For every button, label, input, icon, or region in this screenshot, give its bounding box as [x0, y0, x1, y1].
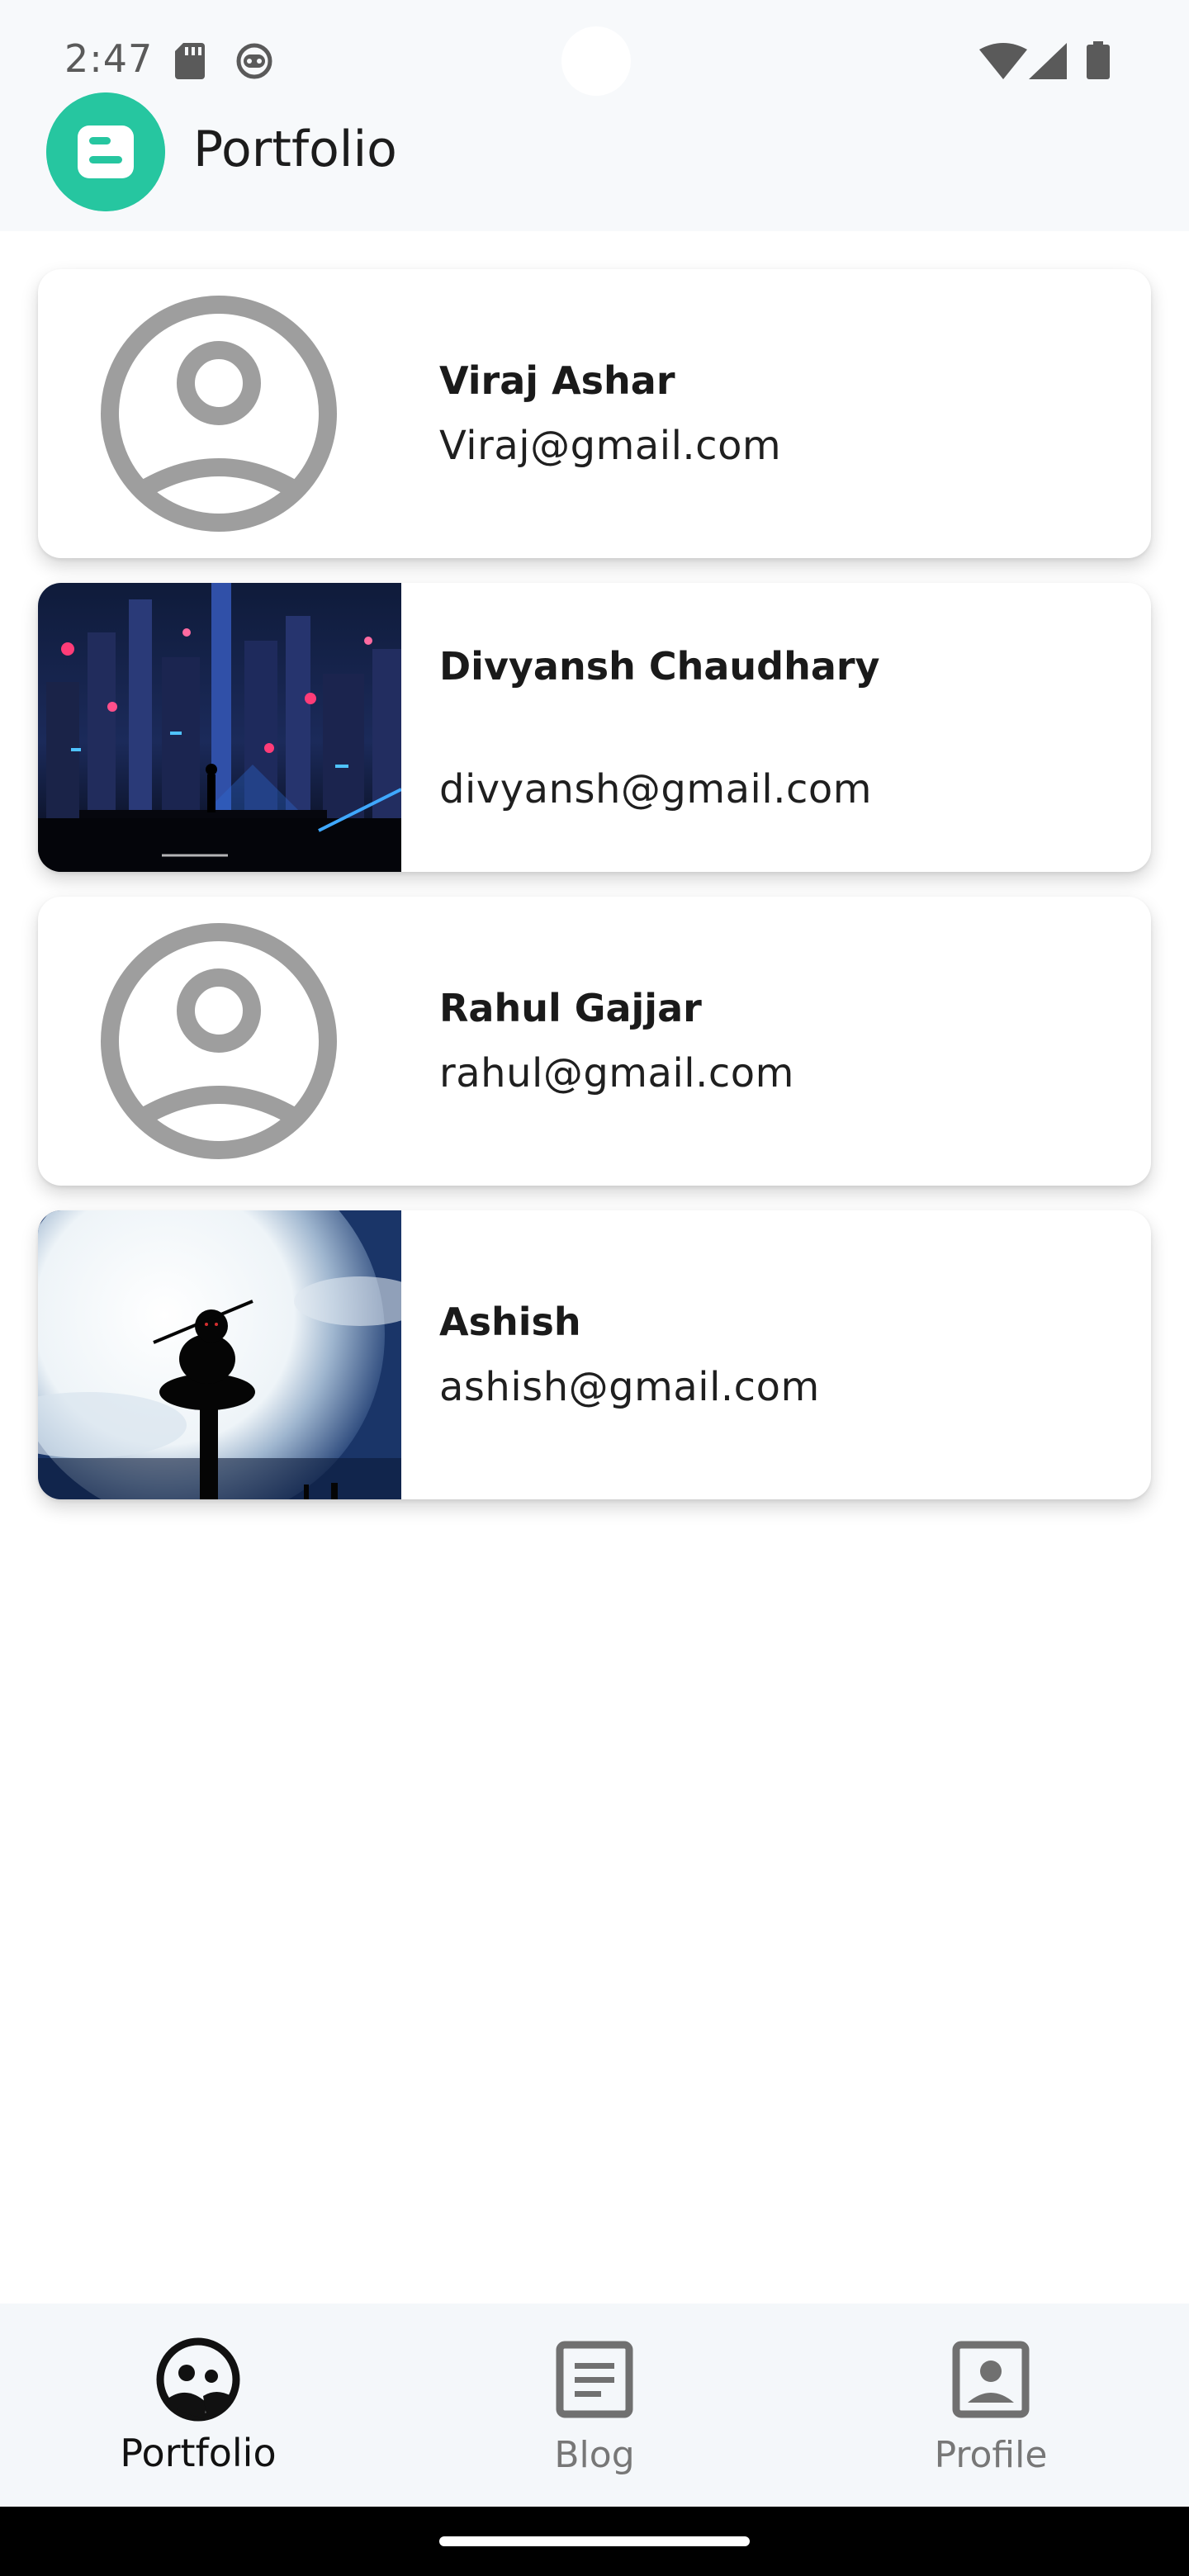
bottom-navigation: Portfolio Blog Profile: [0, 2304, 1189, 2507]
moon-silhouette-photo: [38, 1210, 401, 1499]
contact-list: Viraj Ashar Viraj@gmail.com Divyansh Cha…: [38, 269, 1151, 1524]
nav-label: Portfolio: [120, 2431, 277, 2475]
nav-label: Blog: [554, 2434, 635, 2476]
portfolio-face-icon: [156, 2337, 240, 2422]
nav-item-profile[interactable]: Profile: [793, 2304, 1189, 2507]
blogger-logo-icon: [46, 92, 165, 211]
nav-item-portfolio[interactable]: Portfolio: [0, 2304, 396, 2507]
contact-name: Rahul Gajjar: [439, 986, 702, 1030]
portrait-icon: [952, 2341, 1030, 2418]
contact-email: Viraj@gmail.com: [439, 423, 782, 469]
camera-cutout: [561, 26, 631, 96]
contact-name: Ashish: [439, 1300, 581, 1344]
sd-card-icon: [175, 43, 205, 79]
default-person-icon: [101, 296, 337, 532]
contact-card[interactable]: Rahul Gajjar rahul@gmail.com: [38, 897, 1151, 1186]
contact-card[interactable]: Divyansh Chaudhary divyansh@gmail.com: [38, 583, 1151, 872]
system-gesture-bar: [0, 2507, 1189, 2576]
app-title: Portfolio: [193, 121, 397, 178]
nav-label: Profile: [934, 2434, 1048, 2476]
nav-item-blog[interactable]: Blog: [396, 2304, 793, 2507]
default-person-icon: [101, 923, 337, 1159]
contact-name: Divyansh Chaudhary: [439, 644, 880, 689]
home-gesture-handle[interactable]: [439, 2536, 750, 2546]
contact-card[interactable]: Viraj Ashar Viraj@gmail.com: [38, 269, 1151, 558]
wifi-icon: [979, 43, 1027, 79]
cyberpunk-city-photo: [38, 583, 401, 872]
robot-face-icon: [236, 43, 272, 79]
contact-card[interactable]: Ashish ashish@gmail.com: [38, 1210, 1151, 1499]
status-time: 2:47: [64, 36, 154, 81]
article-icon: [556, 2341, 633, 2418]
contact-email: ashish@gmail.com: [439, 1364, 820, 1410]
contact-name: Viraj Ashar: [439, 358, 675, 403]
signal-icon: [1029, 43, 1067, 79]
contact-email: rahul@gmail.com: [439, 1050, 794, 1096]
battery-icon: [1087, 41, 1110, 79]
top-app-bar: 2:47 Portfolio: [0, 0, 1189, 231]
contact-email: divyansh@gmail.com: [439, 766, 872, 812]
portfolio-screen: 2:47 Portfolio Viraj Ashar Viraj@gmail.c…: [0, 0, 1189, 2576]
